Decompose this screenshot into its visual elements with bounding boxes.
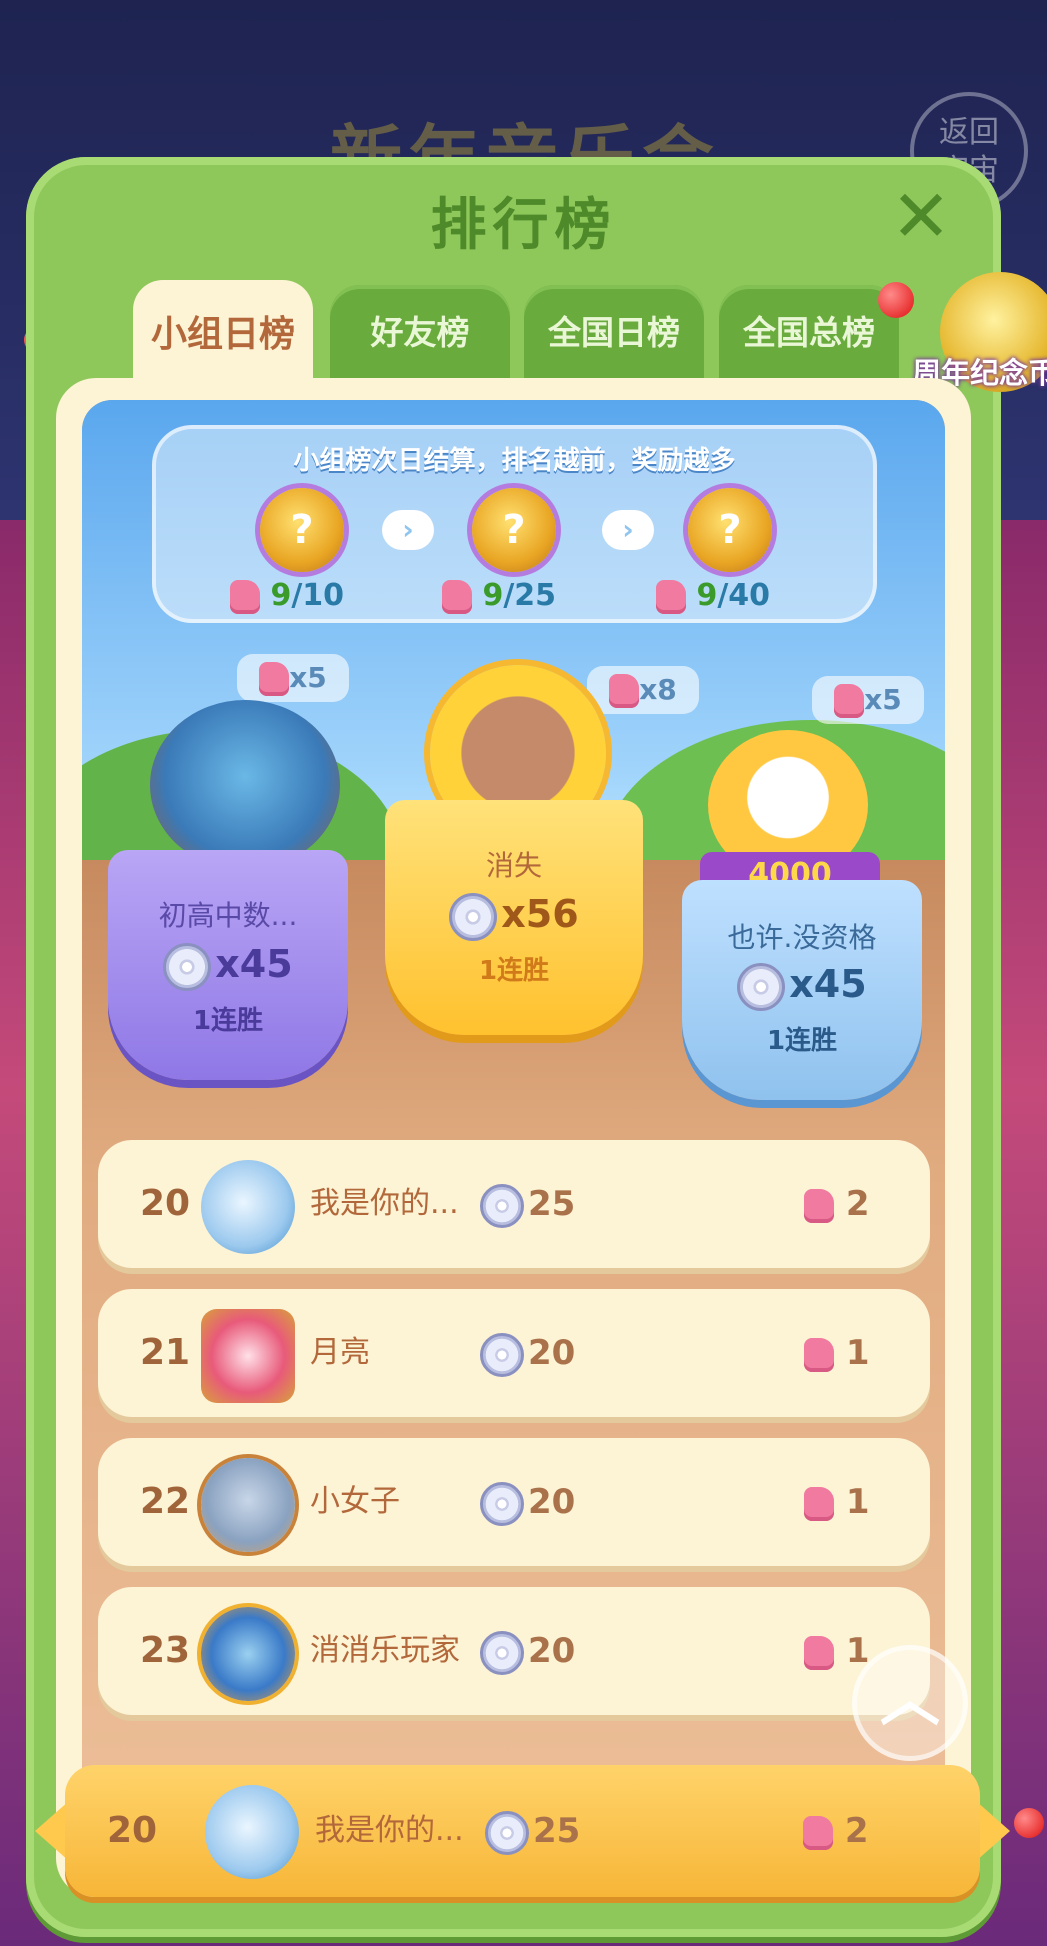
puzzle-piece-icon xyxy=(230,579,260,614)
rank: 20 xyxy=(139,1183,191,1224)
disc-icon xyxy=(480,1183,524,1228)
mystery-reward-icon[interactable]: ? xyxy=(472,488,556,572)
player-name: 我是你的... xyxy=(310,1186,459,1221)
puzzle-piece-icon xyxy=(804,1635,834,1670)
tab-national-total[interactable]: 全国总榜 xyxy=(719,285,899,385)
disc-icon xyxy=(163,942,212,991)
arrow-right-icon: › xyxy=(602,510,654,550)
tab-group-daily[interactable]: 小组日榜 xyxy=(133,280,313,388)
rank: 23 xyxy=(139,1630,191,1671)
close-icon[interactable]: ✕ xyxy=(888,180,954,252)
scroll-to-top-button[interactable]: ︿ xyxy=(852,1645,968,1761)
avatar[interactable] xyxy=(201,1607,295,1701)
disc-count: x56 xyxy=(385,892,643,941)
disc-count: x45 xyxy=(108,942,348,991)
disc-count: x45 xyxy=(682,962,922,1011)
disc-count: 20 xyxy=(480,1438,575,1566)
disc-icon xyxy=(480,1630,524,1675)
ribbon-left xyxy=(35,1801,69,1861)
tab-notification-dot xyxy=(878,282,914,318)
win-streak: 1连胜 xyxy=(478,956,550,986)
avatar[interactable] xyxy=(201,1160,295,1254)
player-name: 消失 xyxy=(485,849,542,882)
reward-info-text: 小组榜次日结算，排名越前，奖励越多 xyxy=(293,446,736,476)
ribbon-right xyxy=(976,1801,1010,1861)
disc-count: 25 xyxy=(485,1765,580,1897)
disc-count: 20 xyxy=(480,1289,575,1417)
disc-icon xyxy=(480,1481,524,1526)
podium-first[interactable]: 消失 x56 1连胜 xyxy=(385,800,643,1035)
avatar[interactable] xyxy=(201,1309,295,1403)
player-name: 我是你的... xyxy=(315,1813,464,1848)
reward-tier-2: 9/25 xyxy=(442,578,556,614)
win-streak: 1连胜 xyxy=(766,1026,838,1056)
player-name: 消消乐玩家 xyxy=(310,1633,460,1668)
disc-count: 20 xyxy=(480,1587,575,1715)
puzzle-piece-icon xyxy=(442,579,472,614)
piece-bubble-first: x8 xyxy=(587,666,699,714)
reward-tier-1: 9/10 xyxy=(230,578,344,614)
podium-third[interactable]: 也许.没资格 x45 1连胜 xyxy=(682,880,922,1100)
disc-icon xyxy=(737,962,786,1011)
tab-friends[interactable]: 好友榜 xyxy=(330,285,510,385)
puzzle-piece-icon xyxy=(804,1337,834,1372)
puzzle-piece-icon xyxy=(804,1486,834,1521)
avatar[interactable] xyxy=(205,1785,299,1879)
puzzle-piece-icon xyxy=(609,674,640,708)
avatar[interactable] xyxy=(201,1458,295,1552)
my-rank-row-body: 20 我是你的... 25 2 xyxy=(65,1765,980,1897)
puzzle-piece-icon xyxy=(259,662,290,696)
puzzle-piece-icon xyxy=(803,1815,833,1850)
puzzle-piece-icon xyxy=(834,684,865,718)
mystery-reward-icon[interactable]: ? xyxy=(260,488,344,572)
piece-count: 1 xyxy=(804,1289,870,1417)
chevron-up-icon: ︿ xyxy=(880,1665,940,1735)
podium-second[interactable]: 初高中数... x45 1连胜 xyxy=(108,850,348,1080)
notification-dot xyxy=(1014,1808,1044,1838)
arrow-right-icon: › xyxy=(382,510,434,550)
disc-icon xyxy=(449,892,498,941)
puzzle-piece-icon xyxy=(656,579,686,614)
rank: 20 xyxy=(106,1810,158,1851)
table-row[interactable]: 20 我是你的... 25 2 xyxy=(98,1140,930,1268)
disc-icon xyxy=(485,1810,529,1855)
piece-bubble-third: x5 xyxy=(812,676,924,724)
player-name: 初高中数... xyxy=(158,899,298,932)
rank: 21 xyxy=(139,1332,191,1373)
piece-count: 1 xyxy=(804,1438,870,1566)
table-row[interactable]: 23 消消乐玩家 20 1 xyxy=(98,1587,930,1715)
tab-national-daily[interactable]: 全国日榜 xyxy=(524,285,704,385)
player-name: 也许.没资格 xyxy=(727,921,877,954)
player-name: 小女子 xyxy=(310,1484,400,1519)
win-streak: 1连胜 xyxy=(192,1006,264,1036)
table-row[interactable]: 22 小女子 20 1 xyxy=(98,1438,930,1566)
piece-count: 2 xyxy=(803,1765,869,1897)
avatar-second-place[interactable] xyxy=(150,700,340,870)
my-rank-row[interactable]: 20 我是你的... 25 2 xyxy=(35,1765,1010,1897)
table-row[interactable]: 21 月亮 20 1 xyxy=(98,1289,930,1417)
puzzle-piece-icon xyxy=(804,1188,834,1223)
piece-count: 2 xyxy=(804,1140,870,1268)
rank: 22 xyxy=(139,1481,191,1522)
disc-count: 25 xyxy=(480,1140,575,1268)
piece-bubble-second: x5 xyxy=(237,654,349,702)
player-name: 月亮 xyxy=(310,1335,370,1370)
reward-tier-3: 9/40 xyxy=(656,578,770,614)
disc-icon xyxy=(480,1332,524,1377)
mystery-reward-icon[interactable]: ? xyxy=(688,488,772,572)
